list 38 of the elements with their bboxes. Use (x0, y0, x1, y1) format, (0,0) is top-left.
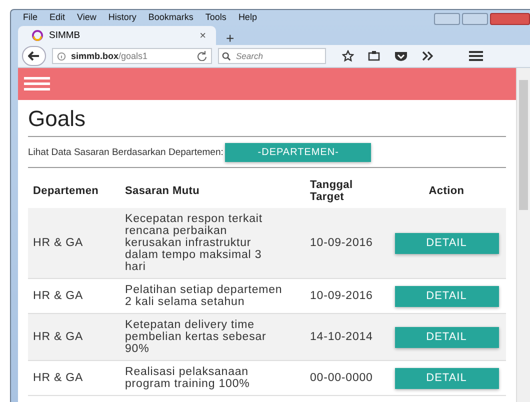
menu-item[interactable]: History (108, 12, 136, 22)
scrollbar[interactable] (516, 68, 530, 402)
filter-label: Lihat Data Sasaran Berdasarkan Departemen: (28, 146, 224, 158)
clipboard-icon[interactable] (368, 50, 380, 62)
menu-item[interactable]: Bookmarks (148, 12, 194, 22)
menu-item[interactable]: View (77, 12, 96, 22)
goal-cell: Ketepatan delivery time pembelian kertas sebesar 90% (120, 314, 305, 360)
menu-item[interactable]: Edit (50, 12, 66, 22)
star-icon[interactable] (342, 50, 354, 62)
tab-title: SIMMB (49, 30, 82, 41)
column-header: Tanggal Target (305, 168, 387, 208)
department-cell: HR & GA (28, 314, 120, 360)
page-title: Goals (28, 106, 86, 132)
search-field[interactable]: Search (218, 48, 326, 64)
pocket-icon[interactable] (394, 50, 408, 62)
back-arrow-icon (28, 51, 40, 61)
date-cell: 10-09-2016 (305, 208, 387, 278)
department-cell: HR & GA (28, 208, 120, 278)
menu-item[interactable]: Tools (205, 12, 226, 22)
department-cell: HR & GA (28, 360, 120, 396)
address-bar[interactable]: simmb.box/goals1 (52, 48, 212, 64)
goal-cell: Realisasi pelaksanaan program training 100% (120, 360, 305, 396)
back-button[interactable] (22, 46, 46, 66)
menu-icon[interactable] (469, 50, 483, 62)
goal-cell: Kecepatan respon terkait rencana perbaikan kerusakan infrastruktur dalam tempo maksimal 3 hari (120, 208, 305, 278)
site-logo-icon (32, 30, 43, 41)
date-cell: 00-00-0000 (305, 360, 387, 396)
close-tab-icon[interactable]: × (200, 30, 206, 42)
menu-item[interactable]: File (23, 12, 38, 22)
chevrons-icon[interactable] (422, 50, 433, 62)
search-icon (222, 52, 231, 61)
column-header: Departemen (28, 168, 120, 208)
new-tab-icon[interactable]: + (226, 31, 234, 45)
column-header: Action (387, 168, 506, 208)
column-header: Sasaran Mutu (120, 168, 305, 208)
browser-tab[interactable]: SIMMB × (18, 26, 216, 45)
menu-item[interactable]: Help (238, 12, 257, 22)
date-cell: 14-10-2014 (305, 314, 387, 360)
